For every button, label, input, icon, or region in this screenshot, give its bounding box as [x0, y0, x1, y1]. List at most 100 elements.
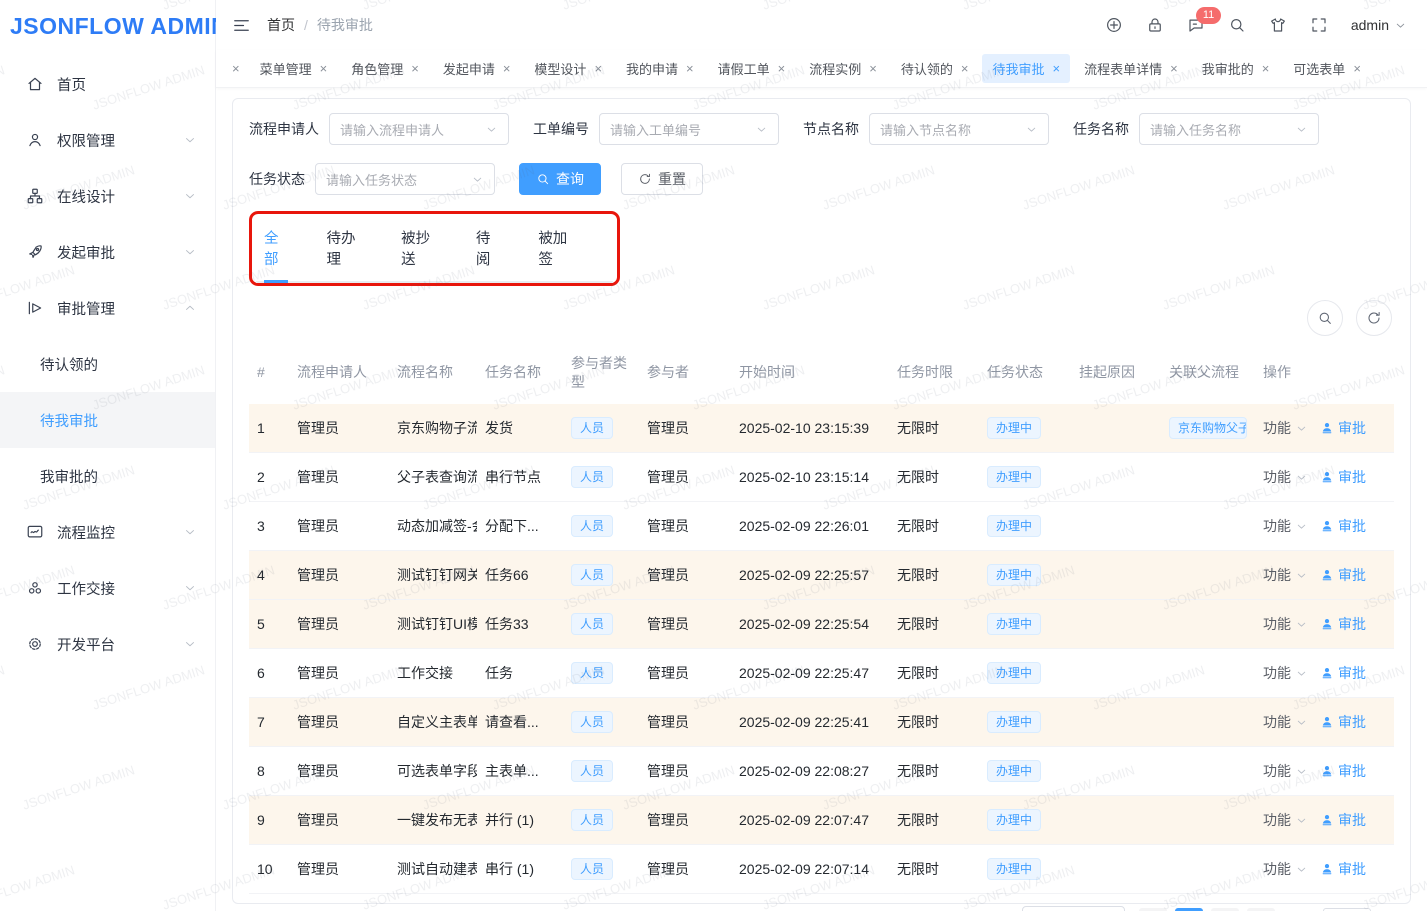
search-icon[interactable]: [1228, 16, 1246, 34]
row-menu-button[interactable]: 功能: [1263, 614, 1291, 634]
approve-button[interactable]: 审批: [1320, 712, 1366, 732]
sidebar-subitem-待我审批[interactable]: 待我审批: [0, 392, 215, 448]
filter-select-节点名称[interactable]: 请输入节点名称: [869, 113, 1049, 145]
approve-button[interactable]: 审批: [1320, 467, 1366, 487]
sidebar-item-首页[interactable]: 首页: [0, 56, 215, 112]
tab-我的申请[interactable]: 我的申请×: [616, 54, 704, 83]
tab-可选表单[interactable]: 可选表单×: [1283, 54, 1371, 83]
approve-button[interactable]: 审批: [1320, 663, 1366, 683]
approve-label: 审批: [1338, 467, 1366, 487]
tab-close-icon[interactable]: ×: [869, 62, 877, 75]
tab-close-icon[interactable]: ×: [503, 62, 511, 75]
filter-select-任务名称[interactable]: 请输入任务名称: [1139, 113, 1319, 145]
sidebar-item-发起审批[interactable]: 发起审批: [0, 224, 215, 280]
tab-close-icon[interactable]: ×: [686, 62, 694, 75]
row-menu-button[interactable]: 功能: [1263, 810, 1291, 830]
approve-button[interactable]: 审批: [1320, 761, 1366, 781]
filter-select-工单编号[interactable]: 请输入工单编号: [599, 113, 779, 145]
row-menu-button[interactable]: 功能: [1263, 663, 1291, 683]
table-refresh-button[interactable]: [1356, 300, 1392, 336]
sidebar-item-label: 权限管理: [57, 130, 115, 151]
sidebar-subitem-待认领的[interactable]: 待认领的: [0, 336, 215, 392]
approve-button[interactable]: 审批: [1320, 565, 1366, 585]
tab-close-icon[interactable]: ×: [1170, 62, 1178, 75]
cell-participant-type: 人员: [563, 502, 639, 551]
theme-icon[interactable]: [1269, 16, 1287, 34]
status-tab-待办理[interactable]: 待办理: [326, 215, 363, 283]
topbar: 首页 / 待我审批 11admin: [216, 0, 1427, 50]
tab-角色管理[interactable]: 角色管理×: [341, 54, 429, 83]
row-menu-button[interactable]: 功能: [1263, 761, 1291, 781]
filter-label: 工单编号: [533, 119, 589, 139]
table-row: 3管理员动态加减签-会签分配下...人员管理员2025-02-09 22:26:…: [249, 502, 1394, 551]
filter-select-任务状态[interactable]: 请输入任务状态: [315, 163, 495, 195]
tab-close-icon[interactable]: ×: [594, 62, 602, 75]
tab-请假工单[interactable]: 请假工单×: [708, 54, 796, 83]
row-menu-button[interactable]: 功能: [1263, 418, 1291, 438]
row-menu-button[interactable]: 功能: [1263, 516, 1291, 536]
filter-select-流程申请人[interactable]: 请输入流程申请人: [329, 113, 509, 145]
tab-菜单管理[interactable]: 菜单管理×: [250, 54, 338, 83]
status-tab-待阅[interactable]: 待阅: [476, 215, 500, 283]
tab-close-icon[interactable]: ×: [411, 62, 419, 75]
page-size-select[interactable]: 10条/页: [1022, 906, 1125, 911]
table-header-row: #流程申请人流程名称任务名称参与者类型参与者开始时间任务时限任务状态挂起原因关联…: [249, 344, 1394, 404]
sidebar-item-开发平台[interactable]: 开发平台: [0, 616, 215, 672]
cell-participant-type: 人员: [563, 551, 639, 600]
status-badge: 办理中: [987, 711, 1041, 733]
tab-发起申请[interactable]: 发起申请×: [433, 54, 521, 83]
sidebar-item-流程监控[interactable]: 流程监控: [0, 504, 215, 560]
tab-close-icon[interactable]: ×: [226, 57, 246, 80]
cell-process: 京东购物子流程: [389, 404, 477, 453]
table-search-button[interactable]: [1307, 300, 1343, 336]
cell-process: 测试钉钉UI模板: [389, 600, 477, 649]
sidebar-item-在线设计[interactable]: 在线设计: [0, 168, 215, 224]
sidebar-item-工作交接[interactable]: 工作交接: [0, 560, 215, 616]
tab-close-icon[interactable]: ×: [1353, 62, 1361, 75]
reset-button[interactable]: 重置: [621, 163, 703, 195]
tab-流程表单详情[interactable]: 流程表单详情×: [1074, 54, 1188, 83]
participant-type-tag: 人员: [571, 662, 613, 684]
approve-button[interactable]: 审批: [1320, 859, 1366, 879]
menu-collapse-icon[interactable]: [232, 16, 251, 35]
row-menu-button[interactable]: 功能: [1263, 859, 1291, 879]
row-menu-button[interactable]: 功能: [1263, 712, 1291, 732]
user-menu[interactable]: admin: [1351, 17, 1407, 33]
status-tab-被抄送[interactable]: 被抄送: [401, 215, 438, 283]
tab-我审批的[interactable]: 我审批的×: [1192, 54, 1280, 83]
chevron-down-icon: [1295, 123, 1308, 136]
tab-待我审批[interactable]: 待我审批×: [982, 54, 1070, 83]
breadcrumb-home[interactable]: 首页: [267, 15, 295, 35]
cell-parent-process: [1161, 796, 1255, 845]
approve-button[interactable]: 审批: [1320, 516, 1366, 536]
tab-待认领的[interactable]: 待认领的×: [891, 54, 979, 83]
cell-participant: 管理员: [639, 453, 731, 502]
tab-close-icon[interactable]: ×: [961, 62, 969, 75]
sidebar-item-权限管理[interactable]: 权限管理: [0, 112, 215, 168]
tab-close-icon[interactable]: ×: [320, 62, 328, 75]
sidebar-item-审批管理[interactable]: 审批管理: [0, 280, 215, 336]
status-tab-被加签[interactable]: 被加签: [538, 215, 575, 283]
tab-close-icon[interactable]: ×: [1262, 62, 1270, 75]
approve-button[interactable]: 审批: [1320, 810, 1366, 830]
approve-button[interactable]: 审批: [1320, 614, 1366, 634]
tab-流程实例[interactable]: 流程实例×: [799, 54, 887, 83]
message-icon[interactable]: 11: [1187, 16, 1205, 34]
fullscreen-icon[interactable]: [1310, 16, 1328, 34]
target-icon[interactable]: [1105, 16, 1123, 34]
tab-close-icon[interactable]: ×: [1052, 62, 1060, 75]
sidebar-subitem-我审批的[interactable]: 我审批的: [0, 448, 215, 504]
status-badge: 办理中: [987, 662, 1041, 684]
column-header-任务状态: 任务状态: [979, 344, 1071, 404]
cell-actions: 功能 审批: [1255, 600, 1394, 649]
status-tab-全部[interactable]: 全部: [264, 215, 288, 283]
tab-模型设计[interactable]: 模型设计×: [524, 54, 612, 83]
approver-icon: [1320, 519, 1334, 533]
tab-close-icon[interactable]: ×: [778, 62, 786, 75]
parent-process-tag[interactable]: 京东购物父子流程: [1169, 417, 1247, 439]
approve-button[interactable]: 审批: [1320, 418, 1366, 438]
row-menu-button[interactable]: 功能: [1263, 565, 1291, 585]
lock-icon[interactable]: [1146, 16, 1164, 34]
search-button[interactable]: 查询: [519, 163, 601, 195]
row-menu-button[interactable]: 功能: [1263, 467, 1291, 487]
